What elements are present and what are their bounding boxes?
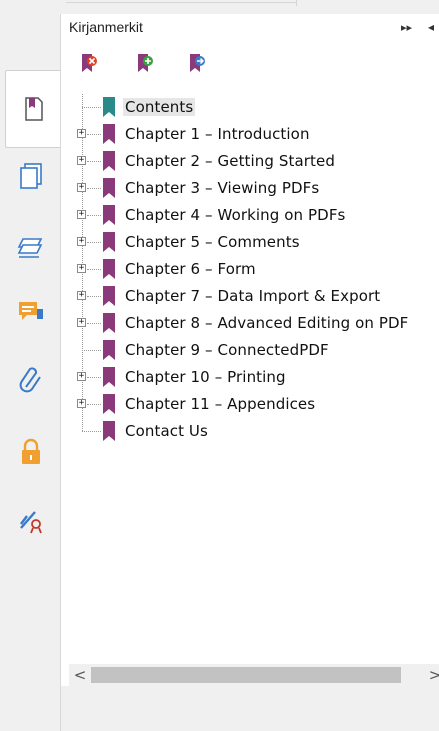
tree-connector bbox=[87, 161, 101, 162]
bookmark-ribbon-icon bbox=[103, 340, 115, 360]
tree-connector bbox=[87, 377, 101, 378]
panel-title: Kirjanmerkit bbox=[69, 19, 143, 35]
bookmark-item[interactable]: Contact Us bbox=[61, 418, 439, 445]
bookmark-label: Chapter 8 – Advanced Editing on PDF bbox=[125, 314, 409, 332]
signature-icon bbox=[20, 511, 42, 534]
bookmark-item[interactable]: + Chapter 3 – Viewing PDFs bbox=[61, 175, 439, 202]
bookmark-item[interactable]: + Chapter 4 – Working on PDFs bbox=[61, 202, 439, 229]
bookmark-item[interactable]: Chapter 9 – ConnectedPDF bbox=[61, 337, 439, 364]
tree-connector bbox=[87, 188, 101, 189]
expand-toggle-icon[interactable]: + bbox=[77, 318, 86, 327]
bookmark-item[interactable]: + Chapter 2 – Getting Started bbox=[61, 148, 439, 175]
tree-connector bbox=[87, 215, 101, 216]
bookmark-label: Chapter 9 – ConnectedPDF bbox=[125, 341, 329, 359]
tree-connector bbox=[82, 350, 101, 351]
bookmark-ribbon-icon bbox=[103, 178, 115, 198]
bookmark-ribbon-icon bbox=[103, 367, 115, 387]
bookmark-label: Chapter 1 – Introduction bbox=[125, 125, 310, 143]
bookmark-ribbon-icon bbox=[103, 232, 115, 252]
pages-icon bbox=[20, 163, 42, 189]
bookmark-item[interactable]: + Chapter 11 – Appendices bbox=[61, 391, 439, 418]
expand-toggle-icon[interactable]: + bbox=[77, 291, 86, 300]
panel-menu-button[interactable]: ◂ bbox=[428, 20, 434, 34]
bookmark-label: Chapter 4 – Working on PDFs bbox=[125, 206, 346, 224]
bookmark-label: Chapter 10 – Printing bbox=[125, 368, 286, 386]
tree-connector bbox=[87, 296, 101, 297]
bookmark-delete-icon bbox=[82, 54, 97, 72]
layers-icon bbox=[17, 238, 43, 258]
tree-connector bbox=[87, 323, 101, 324]
tree-connector bbox=[87, 269, 101, 270]
scroll-left-button[interactable]: < bbox=[71, 666, 89, 684]
tree-connector bbox=[82, 107, 101, 108]
bookmark-ribbon-icon bbox=[103, 394, 115, 414]
lock-icon bbox=[22, 438, 40, 464]
panel-footer bbox=[61, 686, 439, 731]
expand-toggle-icon[interactable]: + bbox=[77, 237, 86, 246]
bookmark-goto-icon bbox=[190, 54, 205, 72]
layers-tab[interactable] bbox=[9, 226, 53, 270]
comments-icon bbox=[19, 302, 43, 320]
security-tab[interactable] bbox=[9, 430, 53, 474]
expand-toggle-icon[interactable]: + bbox=[77, 129, 86, 138]
bookmark-label: Contents bbox=[123, 98, 196, 116]
tree-connector bbox=[87, 134, 101, 135]
bookmark-item[interactable]: + Chapter 6 – Form bbox=[61, 256, 439, 283]
arrow-left-icon: ◂ bbox=[428, 20, 435, 34]
bookmark-add-icon bbox=[138, 54, 153, 72]
fast-forward-icon: ▸▸ bbox=[401, 21, 413, 34]
bookmark-item[interactable]: + Chapter 8 – Advanced Editing on PDF bbox=[61, 310, 439, 337]
divider bbox=[296, 0, 297, 6]
bookmark-item[interactable]: + Chapter 7 – Data Import & Export bbox=[61, 283, 439, 310]
expand-toggle-icon[interactable]: + bbox=[77, 156, 86, 165]
navigation-rail bbox=[0, 14, 61, 731]
scroll-thumb[interactable] bbox=[91, 667, 401, 683]
bookmark-ribbon-icon bbox=[103, 151, 115, 171]
delete-bookmark-button[interactable] bbox=[79, 52, 101, 78]
signatures-tab[interactable] bbox=[9, 498, 53, 542]
bookmark-ribbon-icon bbox=[103, 259, 115, 279]
bookmark-item[interactable]: + Chapter 5 – Comments bbox=[61, 229, 439, 256]
bookmark-ribbon-icon bbox=[103, 205, 115, 225]
bookmark-ribbon-icon bbox=[103, 124, 115, 144]
bookmark-label: Chapter 7 – Data Import & Export bbox=[125, 287, 381, 305]
bookmark-label: Contact Us bbox=[125, 422, 208, 440]
expand-toggle-icon[interactable]: + bbox=[77, 210, 86, 219]
goto-bookmark-button[interactable] bbox=[187, 52, 209, 78]
bookmark-page-icon bbox=[24, 97, 43, 121]
expand-toggle-icon[interactable]: + bbox=[77, 264, 86, 273]
expand-toggle-icon[interactable]: + bbox=[77, 399, 86, 408]
tree-connector bbox=[87, 242, 101, 243]
expand-toggle-icon[interactable]: + bbox=[77, 372, 86, 381]
bookmarks-panel: Kirjanmerkit ▸▸ ◂ Contents + Chapter 1 –… bbox=[60, 14, 439, 731]
bookmark-item[interactable]: Contents bbox=[61, 94, 439, 121]
bookmark-label: Chapter 11 – Appendices bbox=[125, 395, 316, 413]
bookmark-ribbon-icon bbox=[103, 313, 115, 333]
bookmark-ribbon-icon bbox=[103, 286, 115, 306]
bookmarks-tab[interactable] bbox=[5, 70, 61, 148]
bookmark-ribbon-icon bbox=[103, 421, 115, 441]
horizontal-scrollbar[interactable]: < > bbox=[69, 664, 439, 686]
bookmark-item[interactable]: + Chapter 10 – Printing bbox=[61, 364, 439, 391]
paperclip-icon bbox=[19, 367, 41, 393]
bookmark-label: Chapter 5 – Comments bbox=[125, 233, 300, 251]
bookmark-label: Chapter 2 – Getting Started bbox=[125, 152, 335, 170]
attachments-tab[interactable] bbox=[9, 358, 53, 402]
top-strip bbox=[60, 0, 439, 14]
scroll-right-button[interactable]: > bbox=[426, 666, 439, 684]
collapse-panel-button[interactable]: ▸▸ bbox=[401, 20, 412, 34]
comments-tab[interactable] bbox=[9, 290, 53, 334]
bookmark-label: Chapter 3 – Viewing PDFs bbox=[125, 179, 320, 197]
tree-connector bbox=[82, 431, 101, 432]
divider bbox=[66, 2, 296, 3]
expand-toggle-icon[interactable]: + bbox=[77, 183, 86, 192]
bookmark-item[interactable]: + Chapter 1 – Introduction bbox=[61, 121, 439, 148]
bookmark-label: Chapter 6 – Form bbox=[125, 260, 256, 278]
bookmark-ribbon-icon bbox=[103, 97, 115, 117]
pages-tab[interactable] bbox=[9, 154, 53, 198]
tree-connector bbox=[87, 404, 101, 405]
add-bookmark-button[interactable] bbox=[135, 52, 157, 78]
